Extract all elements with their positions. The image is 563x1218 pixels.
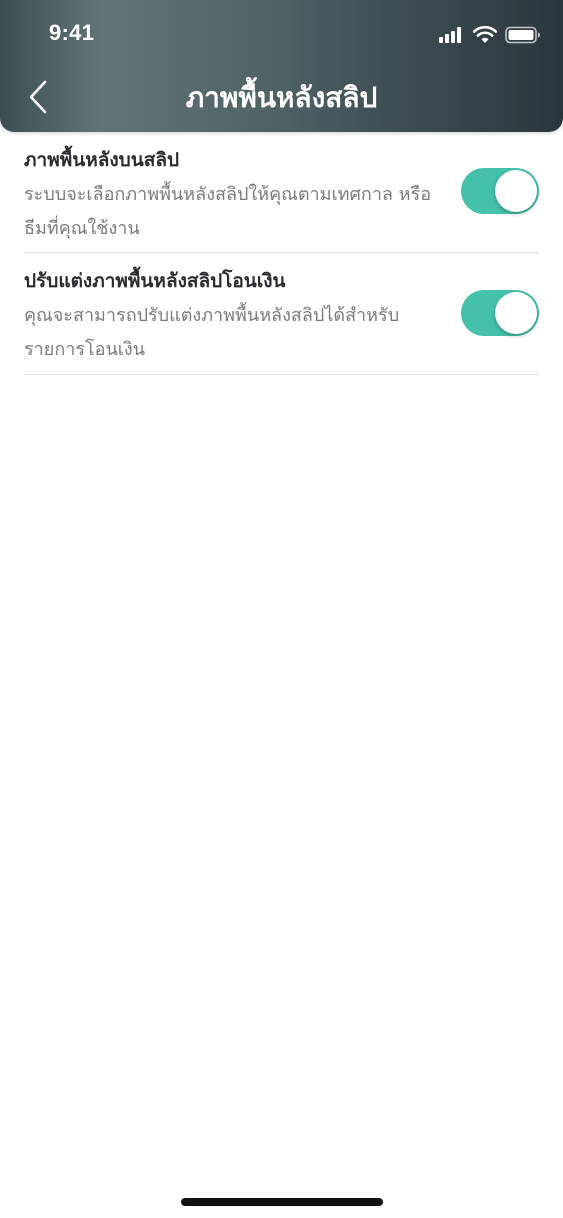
toggle-knob	[495, 170, 537, 212]
setting-description: คุณจะสามารถปรับแต่งภาพพื้นหลังสลิปได้สำห…	[24, 305, 400, 360]
setting-title: ปรับแต่งภาพพื้นหลังสลิปโอนเงิน	[24, 270, 286, 292]
setting-row-transfer-slip-background: ปรับแต่งภาพพื้นหลังสลิปโอนเงิน คุณจะสามา…	[24, 263, 539, 375]
battery-icon	[505, 26, 541, 44]
transfer-slip-background-toggle[interactable]	[461, 290, 539, 336]
cellular-signal-icon	[439, 26, 465, 44]
app-header: 9:41 ภาพพื้นหลังสลิป	[0, 0, 563, 132]
wifi-icon	[473, 26, 497, 44]
slip-background-toggle[interactable]	[461, 168, 539, 214]
status-time: 9:41	[49, 20, 95, 45]
status-icons	[439, 24, 541, 46]
toggle-knob	[495, 292, 537, 334]
page-title: ภาพพื้นหลังสลิป	[185, 81, 378, 114]
setting-row-slip-background: ภาพพื้นหลังบนสลิป ระบบจะเลือกภาพพื้นหลัง…	[24, 142, 539, 253]
setting-description: ระบบจะเลือกภาพพื้นหลังสลิปให้คุณตามเทศกา…	[24, 184, 432, 239]
home-indicator	[181, 1198, 383, 1206]
setting-title: ภาพพื้นหลังบนสลิป	[24, 149, 180, 171]
